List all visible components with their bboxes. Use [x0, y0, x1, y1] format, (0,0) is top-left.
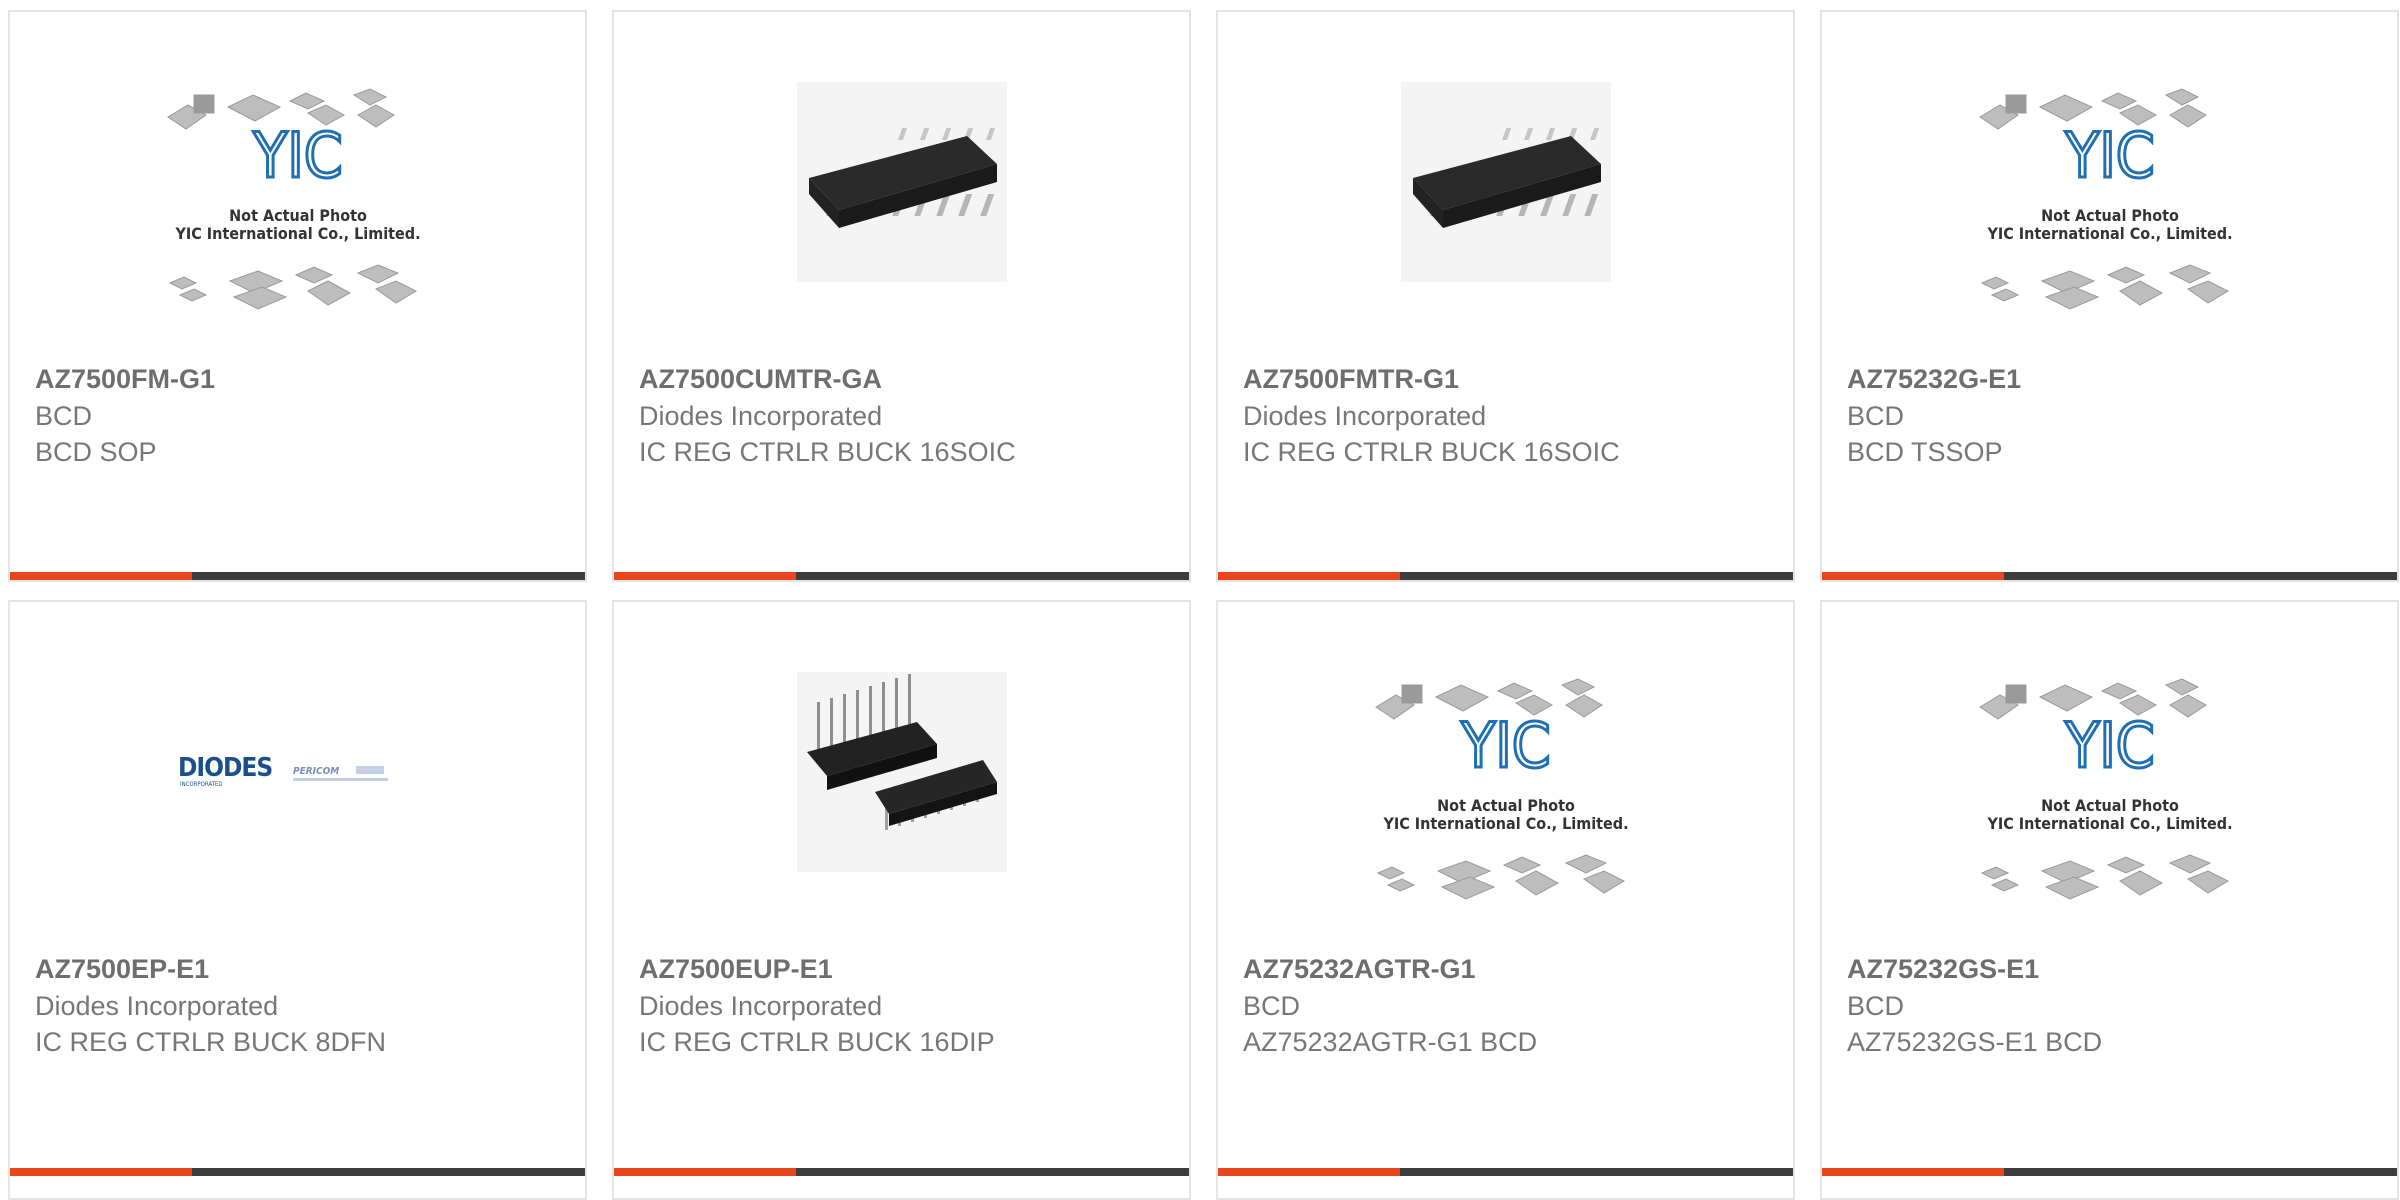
product-image: YIC Not Actual Photo YIC International C…	[1218, 602, 1793, 962]
description: BCD TSSOP	[1847, 437, 2003, 467]
soic-chip-image	[796, 82, 1007, 282]
manufacturer: Diodes Incorporated	[639, 401, 883, 431]
svg-text:Not Actual Photo: Not Actual Photo	[2041, 206, 2179, 225]
yic-placeholder-image: YIC Not Actual Photo YIC International C…	[1978, 678, 2232, 900]
part-number-link[interactable]: AZ7500EUP-E1	[639, 950, 1169, 988]
svg-text:YIC International Co., Limited: YIC International Co., Limited.	[1986, 224, 2232, 243]
card-footer-bar	[1822, 572, 2397, 580]
svg-text:YIC International Co., Limited: YIC International Co., Limited.	[1382, 814, 1628, 833]
svg-text:YIC International Co., Limited: YIC International Co., Limited.	[1986, 814, 2232, 833]
part-number-link[interactable]: AZ75232G-E1	[1847, 360, 2377, 398]
product-image	[614, 602, 1189, 942]
svg-text:Not Actual Photo: Not Actual Photo	[2041, 796, 2179, 815]
svg-text:Not Actual Photo: Not Actual Photo	[229, 206, 367, 225]
svg-text:INCORPORATED: INCORPORATED	[180, 781, 223, 788]
product-card[interactable]: YIC Not Actual Photo YIC International C…	[1820, 10, 2399, 582]
yic-placeholder-image: YIC Not Actual Photo YIC International C…	[1978, 88, 2232, 310]
card-footer-bar	[1218, 1168, 1793, 1176]
manufacturer: BCD	[1847, 401, 1905, 431]
description: AZ75232GS-E1 BCD	[1847, 1027, 2103, 1057]
product-image: YIC Not Actual Photo YIC International C…	[10, 12, 585, 372]
description: IC REG CTRLR BUCK 16SOIC	[639, 437, 1016, 467]
product-image: DIODES INCORPORATED PERICOM	[10, 602, 585, 942]
product-image	[1218, 12, 1793, 352]
product-card[interactable]: DIODES INCORPORATED PERICOM AZ7500EP-E1 …	[8, 600, 587, 1200]
soic-chip-image	[1400, 82, 1611, 282]
product-image	[614, 12, 1189, 352]
product-card[interactable]: AZ7500FMTR-G1 Diodes Incorporated IC REG…	[1216, 10, 1795, 582]
svg-text:Not Actual Photo: Not Actual Photo	[1437, 796, 1575, 815]
part-number-link[interactable]: AZ7500CUMTR-GA	[639, 360, 1169, 398]
description: IC REG CTRLR BUCK 8DFN	[35, 1027, 387, 1057]
card-footer-bar	[614, 572, 1189, 580]
manufacturer: BCD	[1847, 991, 1905, 1021]
card-footer-bar	[1218, 572, 1793, 580]
product-card[interactable]: YIC Not Actual Photo YIC International C…	[1216, 600, 1795, 1200]
description: IC REG CTRLR BUCK 16DIP	[639, 1027, 995, 1057]
part-number-link[interactable]: AZ75232GS-E1	[1847, 950, 2377, 988]
part-number-link[interactable]: AZ7500FM-G1	[35, 360, 565, 398]
svg-text:YIC: YIC	[1460, 709, 1550, 782]
description: BCD SOP	[35, 437, 157, 467]
card-footer-bar	[1822, 1168, 2397, 1176]
svg-text:YIC: YIC	[2064, 709, 2154, 782]
card-footer-bar	[10, 572, 585, 580]
yic-placeholder-image: YIC Not Actual Photo YIC International C…	[1374, 678, 1628, 900]
svg-text:YIC: YIC	[2064, 119, 2154, 192]
manufacturer: BCD	[35, 401, 93, 431]
product-grid: YIC Not Actual Photo YIC International C…	[0, 0, 2400, 1200]
dip-chip-image	[796, 672, 1007, 872]
product-image: YIC Not Actual Photo YIC International C…	[1822, 602, 2397, 962]
product-card[interactable]: AZ7500EUP-E1 Diodes Incorporated IC REG …	[612, 600, 1191, 1200]
product-image: YIC Not Actual Photo YIC International C…	[1822, 12, 2397, 372]
product-card[interactable]: YIC Not Actual Photo YIC International C…	[8, 10, 587, 582]
description: IC REG CTRLR BUCK 16SOIC	[1243, 437, 1620, 467]
product-card[interactable]: YIC Not Actual Photo YIC International C…	[1820, 600, 2399, 1200]
part-number-link[interactable]: AZ7500FMTR-G1	[1243, 360, 1773, 398]
part-number-link[interactable]: AZ75232AGTR-G1	[1243, 950, 1773, 988]
diodes-logo: DIODES INCORPORATED PERICOM	[178, 753, 388, 788]
manufacturer: Diodes Incorporated	[639, 991, 883, 1021]
svg-text:DIODES: DIODES	[178, 753, 272, 783]
manufacturer: Diodes Incorporated	[1243, 401, 1487, 431]
part-number-link[interactable]: AZ7500EP-E1	[35, 950, 565, 988]
card-footer-bar	[614, 1168, 1189, 1176]
card-footer-bar	[10, 1168, 585, 1176]
manufacturer: BCD	[1243, 991, 1301, 1021]
svg-text:YIC: YIC	[252, 119, 342, 192]
manufacturer: Diodes Incorporated	[35, 991, 279, 1021]
yic-placeholder-image: YIC Not Actual Photo YIC International C…	[166, 88, 420, 310]
product-card[interactable]: AZ7500CUMTR-GA Diodes Incorporated IC RE…	[612, 10, 1191, 582]
svg-text:YIC International Co., Limited: YIC International Co., Limited.	[174, 224, 420, 243]
description: AZ75232AGTR-G1 BCD	[1243, 1027, 1538, 1057]
svg-text:PERICOM: PERICOM	[293, 766, 339, 777]
